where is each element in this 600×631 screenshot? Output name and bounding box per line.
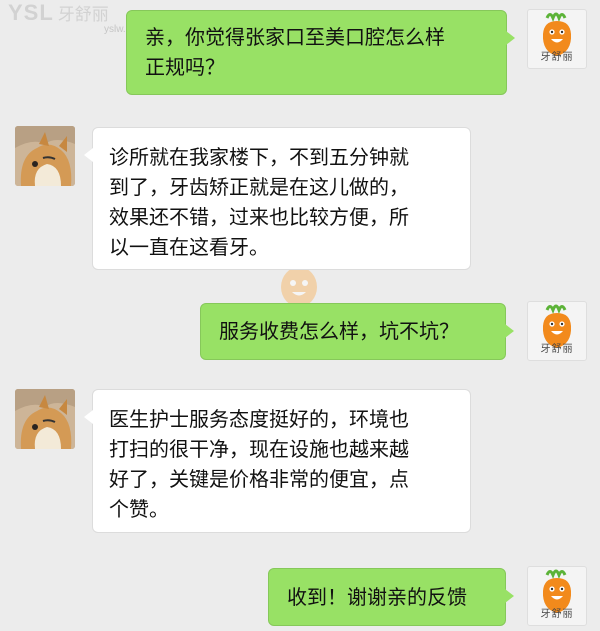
avatar-friend[interactable]	[15, 126, 75, 186]
watermark-name: 牙舒丽	[57, 5, 109, 25]
message-bubble-sent[interactable]: 收到！谢谢亲的反馈	[268, 568, 514, 626]
message-text: 服务收费怎么样，坑不坑？	[219, 319, 459, 343]
message-bubble-sent[interactable]: 服务收费怎么样，坑不坑？	[200, 303, 514, 360]
message-text: 收到！谢谢亲的反馈	[287, 585, 467, 609]
avatar-label: 牙舒丽	[540, 609, 574, 620]
message-text: 亲，你觉得张家口至美口腔怎么样 正规吗？	[145, 25, 445, 79]
avatar-label: 牙舒丽	[540, 344, 574, 355]
watermark-logo: YSL 牙舒丽	[8, 0, 109, 26]
avatar-self[interactable]: 牙舒丽	[527, 301, 587, 361]
avatar-label: 牙舒丽	[540, 52, 574, 63]
message-bubble-received[interactable]: 诊所就在我家楼下，不到五分钟就 到了，牙齿矫正就是在这儿做的， 效果还不错，过来…	[84, 127, 471, 270]
message-text: 医生护士服务态度挺好的，环境也 打扫的很干净，现在设施也越来越 好了，关键是价格…	[109, 407, 409, 521]
message-bubble-received[interactable]: 医生护士服务态度挺好的，环境也 打扫的很干净，现在设施也越来越 好了，关键是价格…	[84, 389, 471, 533]
message-text: 诊所就在我家楼下，不到五分钟就 到了，牙齿矫正就是在这儿做的， 效果还不错，过来…	[109, 145, 409, 259]
dog-avatar	[15, 126, 75, 186]
watermark-brand: YSL	[8, 0, 54, 25]
avatar-self[interactable]: 牙舒丽	[527, 9, 587, 69]
avatar-friend[interactable]	[15, 389, 75, 449]
dog-avatar	[15, 389, 75, 449]
avatar-self[interactable]: 牙舒丽	[527, 566, 587, 626]
message-bubble-sent[interactable]: 亲，你觉得张家口至美口腔怎么样 正规吗？	[126, 10, 515, 95]
